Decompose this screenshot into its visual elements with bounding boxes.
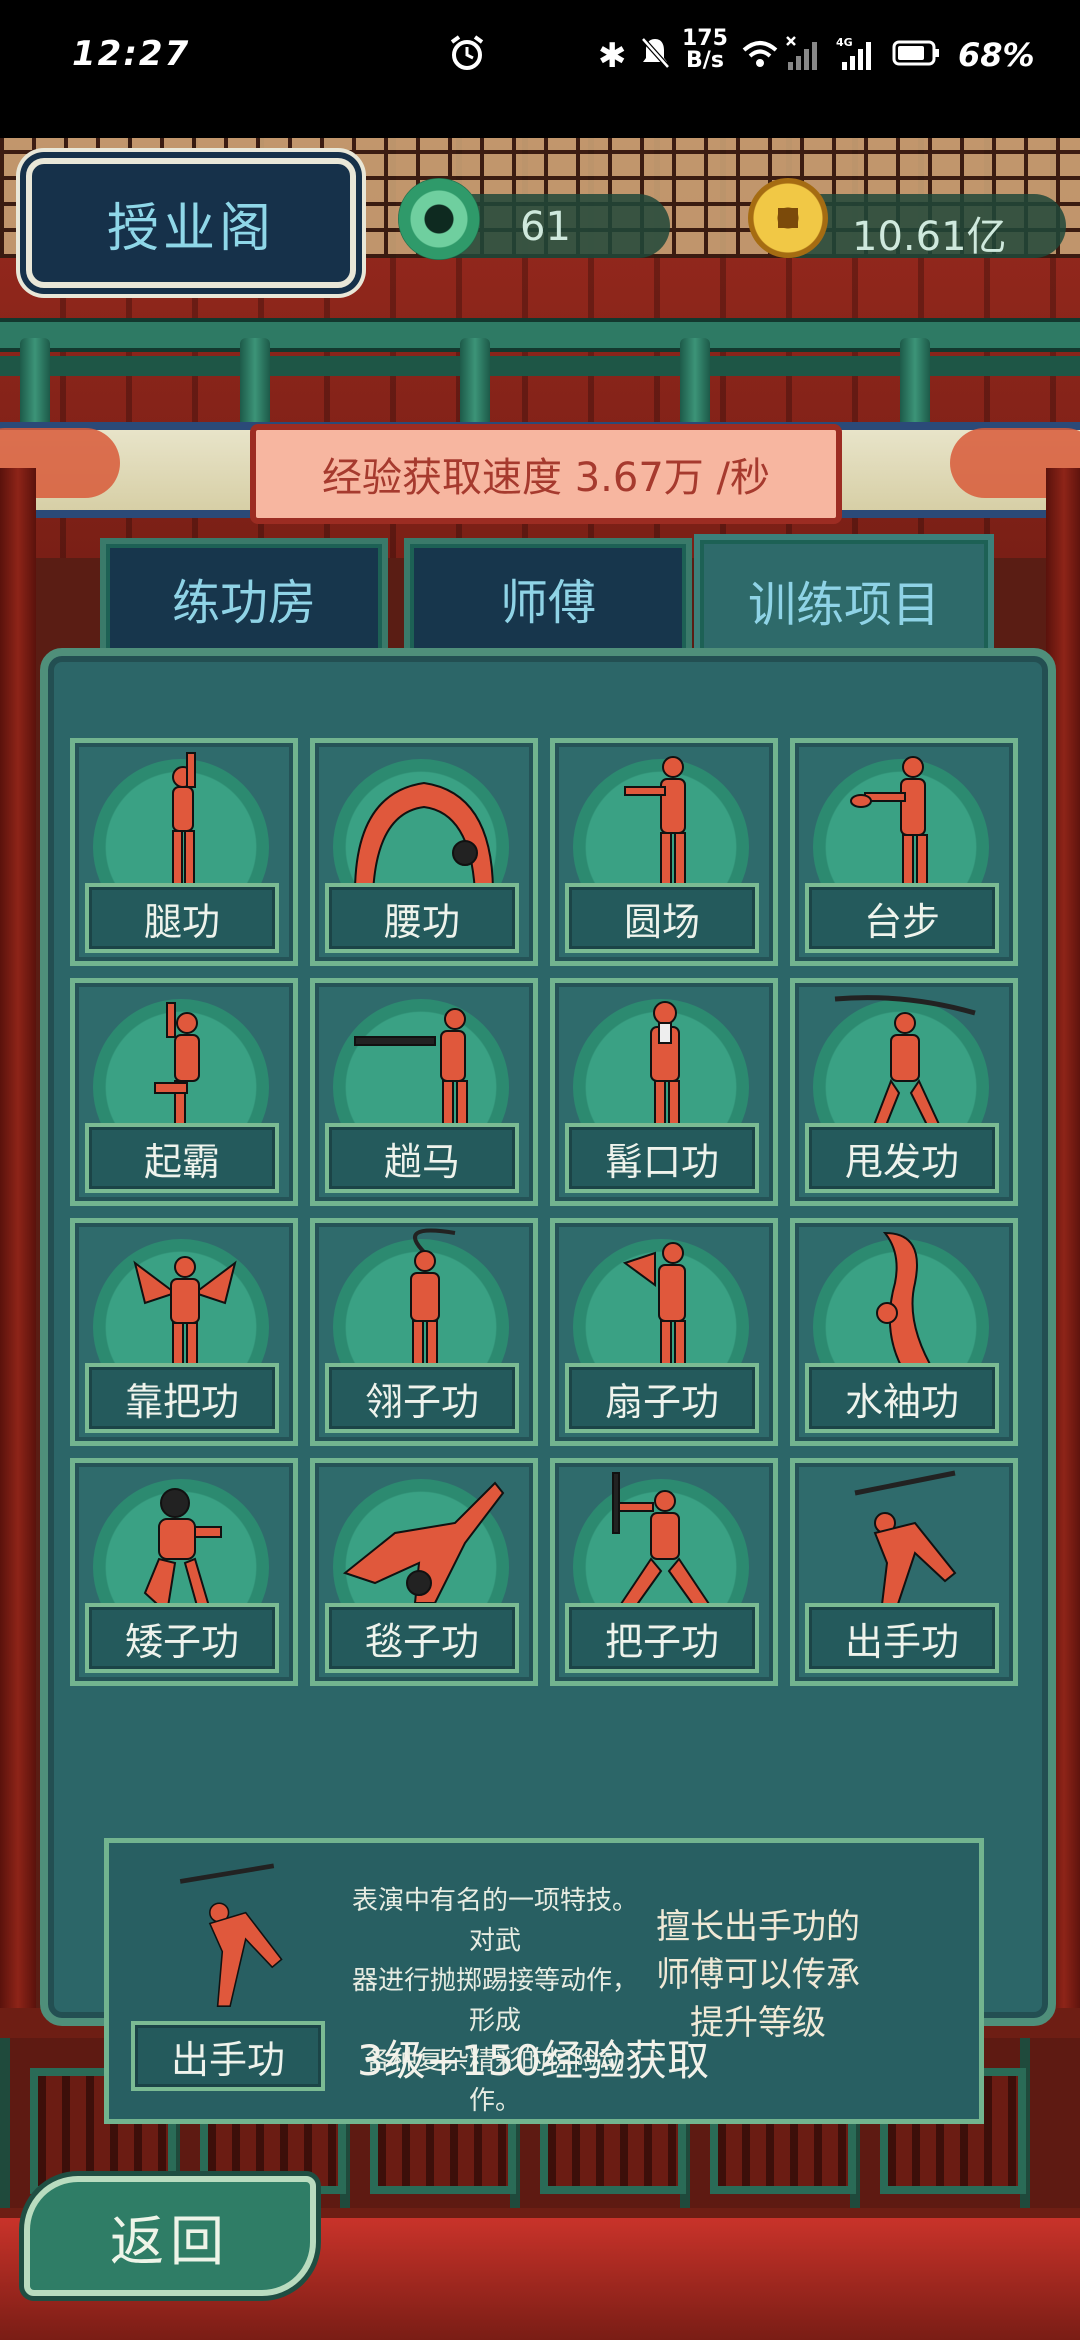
bluetooth-icon: ✱ <box>598 36 627 76</box>
selected-skill-label: 出手功 <box>131 2021 325 2091</box>
master-note-line: 擅长出手功的 <box>656 1907 860 1947</box>
skill-card[interactable]: 扇子功 <box>550 1218 778 1446</box>
tab-master[interactable]: 师傅 <box>404 538 692 658</box>
exp-speed-text: 经验获取速度 3.67万 /秒 <box>322 455 770 501</box>
skill-card[interactable]: 水袖功 <box>790 1218 1018 1446</box>
skill-label: 腿功 <box>85 883 279 953</box>
skill-label: 扇子功 <box>565 1363 759 1433</box>
skill-card[interactable]: 起霸 <box>70 978 298 1206</box>
horse-riding-figure-icon <box>354 1008 468 1134</box>
battery-percent: 68% <box>958 36 1035 74</box>
skill-label: 靠把功 <box>85 1363 279 1433</box>
skill-card[interactable]: 出手功 <box>790 1458 1018 1686</box>
dwarf-walk-figure-icon <box>143 1488 222 1615</box>
signal-4g-icon: 4G <box>836 36 871 70</box>
weapon-skill-figure-icon <box>612 1472 717 1614</box>
skill-label: 台步 <box>805 883 999 953</box>
mute-icon <box>641 37 670 69</box>
signal-icon <box>786 36 817 70</box>
selected-skill-figure-icon <box>179 1863 283 2007</box>
fan-skill-figure-icon <box>622 1242 686 1374</box>
back-button[interactable]: 返回 <box>24 2176 316 2296</box>
stage-step-figure-icon <box>850 756 928 894</box>
skill-label: 甩发功 <box>805 1123 999 1193</box>
coin-hole <box>778 208 798 228</box>
skill-card[interactable]: 矮子功 <box>70 1458 298 1686</box>
skill-card[interactable]: 靠把功 <box>70 1218 298 1446</box>
back-button-label: 返回 <box>110 2209 230 2273</box>
water-sleeve-figure-icon <box>876 1231 937 1374</box>
skill-card[interactable]: 甩发功 <box>790 978 1018 1206</box>
skill-label: 翎子功 <box>325 1363 519 1433</box>
tab-training-room[interactable]: 练功房 <box>100 538 388 658</box>
skill-card[interactable]: 腿功 <box>70 738 298 966</box>
svg-text:4G: 4G <box>836 36 853 49</box>
net-speed-unit: B/s <box>686 48 724 73</box>
tab-label: 练功房 <box>171 575 316 631</box>
skill-label: 水袖功 <box>805 1363 999 1433</box>
page-title-plaque: 授业阁 <box>26 158 356 288</box>
description-line: 表演中有名的一项特技。对武 <box>351 1886 638 1956</box>
exp-speed-banner: 经验获取速度 3.67万 /秒 <box>250 424 842 524</box>
jade-icon <box>398 178 480 260</box>
waist-skill-figure-icon <box>353 781 495 894</box>
skill-label: 把子功 <box>565 1603 759 1673</box>
hair-swing-figure-icon <box>834 995 976 1134</box>
qiba-figure-icon <box>154 1002 200 1134</box>
status-time: 12:27 <box>72 34 191 74</box>
skill-card[interactable]: 翎子功 <box>310 1218 538 1446</box>
throwing-skill-figure-icon <box>854 1470 957 1614</box>
skill-card[interactable]: 腰功 <box>310 738 538 966</box>
beard-skill-figure-icon <box>650 1001 680 1134</box>
skill-label: 趟马 <box>325 1123 519 1193</box>
skill-label: 毯子功 <box>325 1603 519 1673</box>
tab-label: 训练项目 <box>747 577 940 633</box>
page-title: 授业阁 <box>106 198 275 259</box>
circle-walk-figure-icon <box>624 756 686 894</box>
status-bar: 12:27 ✱ 175 B/s 4G 68% <box>0 0 1080 138</box>
skill-card[interactable]: 把子功 <box>550 1458 778 1686</box>
alarm-icon <box>450 35 484 70</box>
jade-amount: 61 <box>520 204 571 250</box>
skill-label: 圆场 <box>565 883 759 953</box>
net-speed: 175 B/s <box>682 28 728 72</box>
skill-label: 起霸 <box>85 1123 279 1193</box>
leg-skill-figure-icon <box>172 752 196 892</box>
wifi-icon <box>742 41 778 67</box>
skill-label: 出手功 <box>805 1603 999 1673</box>
skill-label: 矮子功 <box>85 1603 279 1673</box>
skill-label: 髯口功 <box>565 1123 759 1193</box>
game-scene: 授业阁 61 10.61亿 经验获取速度 3.67万 /秒 练功房 师傅 训练项… <box>0 138 1080 2340</box>
armor-flag-figure-icon <box>133 1256 237 1374</box>
skill-card[interactable]: 毯子功 <box>310 1458 538 1686</box>
net-speed-value: 175 <box>682 26 728 51</box>
skill-label: 腰功 <box>325 883 519 953</box>
skill-card[interactable]: 髯口功 <box>550 978 778 1206</box>
tab-training-items[interactable]: 训练项目 <box>694 534 994 666</box>
exp-bonus: 3级+150经验获取 <box>357 2036 710 2085</box>
pheasant-feather-figure-icon <box>410 1228 456 1374</box>
skill-card[interactable]: 圆场 <box>550 738 778 966</box>
skill-info-box: 出手功 表演中有名的一项特技。对武 器进行抛掷踢接等动作，形成 各种复杂精彩的惊… <box>104 1838 984 2124</box>
tumbling-figure-icon <box>342 1481 505 1604</box>
battery-icon <box>892 40 939 66</box>
red-pillar <box>0 468 36 2068</box>
tab-label: 师傅 <box>499 575 596 631</box>
master-note-line: 师傅可以传承 <box>656 1955 860 1995</box>
coin-amount: 10.61亿 <box>852 214 1007 260</box>
master-note: 擅长出手功的 师傅可以传承 提升等级 <box>633 1903 883 2047</box>
skill-card[interactable]: 趟马 <box>310 978 538 1206</box>
skill-card[interactable]: 台步 <box>790 738 1018 966</box>
